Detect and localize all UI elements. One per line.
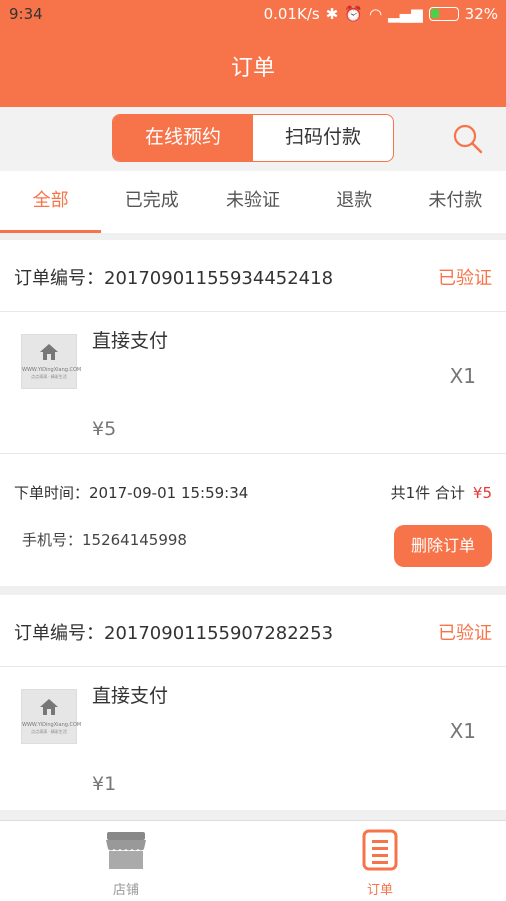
order-total: 共1件 合计 ¥5 — [391, 482, 492, 503]
tab-all[interactable]: 全部 — [0, 171, 102, 233]
alarm-icon: ⏰ — [344, 5, 363, 23]
segment-scan-pay[interactable]: 扫码付款 — [253, 115, 393, 161]
item-price: ¥1 — [92, 773, 117, 795]
tab-completed[interactable]: 已完成 — [101, 171, 202, 233]
product-thumbnail: WWW.YiDingXiang.COM 点点滴滴 · 精彩生活 — [21, 334, 82, 389]
thumb-subtext: 点点滴滴 · 精彩生活 — [31, 374, 67, 379]
order-item[interactable]: WWW.YiDingXiang.COM 点点滴滴 · 精彩生活 直接支付 X1 … — [0, 667, 506, 808]
bottom-navigation: 店铺 订单 — [0, 820, 506, 901]
bluetooth-icon: ✱ — [325, 5, 339, 23]
segment-area: 在线预约 扫码付款 — [0, 107, 506, 171]
network-speed: 0.01K/s — [263, 5, 320, 23]
item-name: 直接支付 — [92, 685, 169, 707]
nav-orders-label: 订单 — [366, 883, 393, 898]
battery-level: 32% — [464, 5, 498, 23]
search-icon[interactable] — [452, 123, 484, 155]
order-number: 订单编号：20170901155907282253 — [14, 623, 334, 644]
nav-store[interactable]: 店铺 — [86, 829, 166, 898]
delete-order-button[interactable]: 删除订单 — [394, 525, 492, 567]
tab-refund[interactable]: 退款 — [304, 171, 405, 233]
order-time: 下单时间：2017-09-01 15:59:34 — [14, 484, 249, 502]
order-list-icon — [362, 829, 398, 871]
status-icons: 0.01K/s ✱ ⏰ ◠ ▂▄▆ 32% — [264, 5, 498, 23]
order-card[interactable]: 订单编号：20170901155934452418 已验证 WWW.YiDing… — [0, 240, 506, 586]
order-header: 订单编号：20170901155907282253 已验证 — [0, 595, 506, 667]
thumb-text: WWW.YiDingXiang.COM — [22, 722, 82, 728]
thumb-text: WWW.YiDingXiang.COM — [22, 367, 82, 373]
segment-online-booking[interactable]: 在线预约 — [113, 115, 253, 161]
item-quantity: X1 — [449, 364, 476, 388]
title-bar: 订单 — [0, 30, 506, 107]
store-icon — [106, 832, 146, 869]
order-header: 订单编号：20170901155934452418 已验证 — [0, 240, 506, 312]
item-price: ¥5 — [92, 418, 117, 440]
item-count: 共1件 合计 — [390, 484, 465, 502]
nav-store-label: 店铺 — [112, 883, 139, 898]
segment-control: 在线预约 扫码付款 — [112, 114, 394, 162]
house-logo-icon — [40, 699, 58, 715]
filter-tabs: 全部 已完成 未验证 退款 未付款 — [0, 171, 506, 233]
signal-icon: ▂▄▆ — [388, 5, 423, 23]
order-number: 订单编号：20170901155934452418 — [14, 268, 334, 289]
order-card[interactable]: 订单编号：20170901155907282253 已验证 WWW.YiDing… — [0, 595, 506, 810]
item-name: 直接支付 — [92, 330, 169, 352]
order-status: 已验证 — [438, 623, 492, 644]
phone-number: 手机号：15264145998 — [22, 531, 187, 549]
nav-orders[interactable]: 订单 — [340, 829, 420, 898]
order-item[interactable]: WWW.YiDingXiang.COM 点点滴滴 · 精彩生活 直接支付 X1 … — [0, 312, 506, 454]
status-bar: 9:34 0.01K/s ✱ ⏰ ◠ ▂▄▆ 32% — [0, 0, 506, 30]
tab-unverified[interactable]: 未验证 — [202, 171, 303, 233]
battery-icon — [428, 7, 459, 21]
page-title: 订单 — [230, 56, 275, 81]
order-status: 已验证 — [438, 268, 492, 289]
product-thumbnail: WWW.YiDingXiang.COM 点点滴滴 · 精彩生活 — [21, 689, 82, 744]
house-logo-icon — [40, 344, 58, 360]
total-amount: ¥5 — [472, 484, 492, 502]
order-footer: 下单时间：2017-09-01 15:59:34 共1件 合计 ¥5 手机号：15… — [0, 454, 506, 587]
tab-unpaid[interactable]: 未付款 — [405, 171, 506, 233]
status-time: 9:34 — [9, 5, 43, 23]
wifi-icon: ◠ — [368, 5, 383, 23]
thumb-subtext: 点点滴滴 · 精彩生活 — [31, 729, 67, 734]
item-quantity: X1 — [449, 719, 476, 743]
